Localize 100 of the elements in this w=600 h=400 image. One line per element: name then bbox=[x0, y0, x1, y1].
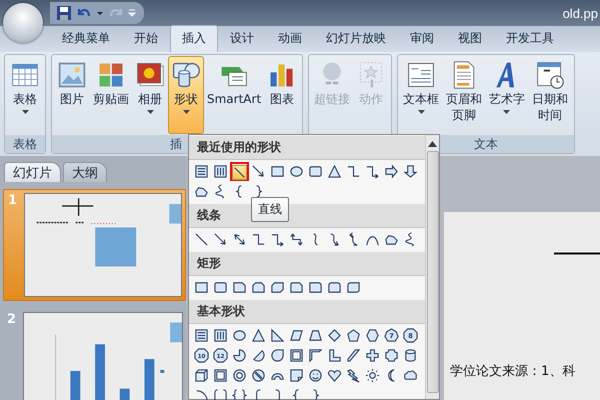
pane-tab[interactable]: 幻灯片 bbox=[4, 162, 61, 182]
elbowdouble-icon bbox=[289, 232, 304, 247]
arrow-icon bbox=[213, 232, 228, 247]
text-placeholder-line bbox=[36, 222, 84, 224]
ribbon-tab[interactable]: 开发工具 bbox=[494, 25, 566, 52]
photo-placeholder bbox=[169, 204, 181, 224]
textbox-icon bbox=[194, 164, 209, 179]
ribbon-tab[interactable]: 经典菜单 bbox=[50, 25, 122, 52]
table-button[interactable]: 表格 bbox=[7, 56, 43, 134]
rtriangle-icon bbox=[270, 328, 285, 343]
album-button[interactable]: 相册 bbox=[132, 56, 168, 134]
round2-icon bbox=[327, 280, 342, 295]
picture-icon bbox=[57, 60, 87, 90]
textbox-button[interactable]: 文本框 bbox=[400, 56, 442, 134]
slide-text: 学位论文来源：1、科 bbox=[450, 364, 576, 379]
smartart-button[interactable]: SmartArt bbox=[204, 56, 264, 134]
freeform-icon bbox=[194, 184, 209, 199]
doublearrow-icon bbox=[232, 232, 247, 247]
vtextbox-icon bbox=[213, 164, 228, 179]
diamond-icon bbox=[327, 328, 342, 343]
chart-bar bbox=[144, 359, 154, 400]
scrollbar-thumb[interactable] bbox=[426, 151, 438, 393]
scrollbar[interactable] bbox=[425, 135, 439, 399]
clipart-button[interactable]: 剪贴画 bbox=[90, 56, 132, 134]
roundrect-icon bbox=[213, 280, 228, 295]
rightarrow-icon bbox=[384, 164, 399, 179]
teardrop-icon bbox=[270, 348, 285, 363]
sun-shape-button[interactable] bbox=[363, 366, 382, 385]
arrow-icon bbox=[251, 164, 266, 179]
sun-icon bbox=[365, 368, 380, 383]
chart-bar bbox=[95, 344, 105, 400]
ribbon-tab[interactable]: 视图 bbox=[446, 25, 494, 52]
line-shape bbox=[554, 252, 600, 255]
round1-icon bbox=[308, 280, 323, 295]
calendar-icon bbox=[534, 60, 565, 90]
ribbon-tab[interactable]: 插入 bbox=[170, 25, 218, 52]
oval-icon bbox=[289, 164, 304, 179]
wordart-button[interactable]: 艺术字 bbox=[486, 56, 528, 134]
header-button[interactable]: 页眉和页脚 bbox=[442, 56, 486, 134]
picture-button[interactable]: 图片 bbox=[54, 56, 90, 134]
slide-number: 1 bbox=[8, 193, 18, 210]
halfframe-icon bbox=[308, 348, 323, 363]
ribbon-tab[interactable]: 审阅 bbox=[398, 25, 446, 52]
pentagon-icon bbox=[346, 328, 361, 343]
group-label: 文本 bbox=[474, 137, 498, 151]
oval-icon bbox=[232, 328, 247, 343]
textbox-icon bbox=[194, 328, 209, 343]
freeform-icon bbox=[384, 232, 399, 247]
ribbon-tab[interactable]: 开始 bbox=[122, 25, 170, 52]
photo-placeholder bbox=[95, 227, 136, 266]
chord-icon bbox=[251, 348, 266, 363]
datetime-button[interactable]: 日期和时间 bbox=[528, 56, 572, 134]
snipdiag-icon bbox=[270, 280, 285, 295]
snip2-icon bbox=[251, 280, 266, 295]
chart-button[interactable]: 图表 bbox=[264, 56, 300, 134]
ribbon-tab[interactable]: 设计 bbox=[218, 25, 266, 52]
section-title: 线条 bbox=[197, 207, 221, 224]
triangle-icon bbox=[327, 164, 342, 179]
section-title: 矩形 bbox=[197, 255, 221, 272]
lshape-icon bbox=[327, 348, 342, 363]
ribbon-tab[interactable]: 幻灯片放映 bbox=[314, 25, 398, 52]
bracepair-icon bbox=[232, 388, 247, 400]
dotted-line bbox=[90, 223, 118, 224]
chart-bar bbox=[70, 370, 80, 400]
section-title: 最近使用的形状 bbox=[197, 139, 281, 156]
shapes-button[interactable]: 形状 bbox=[168, 56, 204, 134]
nosymbol-icon bbox=[251, 368, 266, 383]
cube-icon bbox=[194, 368, 209, 383]
frame-icon bbox=[289, 348, 304, 363]
pane-tab[interactable]: 大纲 bbox=[63, 162, 107, 182]
sniprnd-icon bbox=[289, 280, 304, 295]
hexagon-icon bbox=[365, 328, 380, 343]
pie-icon bbox=[232, 348, 247, 363]
rect-icon bbox=[194, 280, 209, 295]
parallelogram-icon bbox=[289, 328, 304, 343]
section-title: 基本形状 bbox=[197, 303, 245, 320]
elbowarrow-icon bbox=[270, 232, 285, 247]
cross-lines bbox=[61, 198, 94, 216]
snip-icon bbox=[232, 280, 247, 295]
elbow-icon bbox=[346, 164, 361, 179]
group-label: 表格 bbox=[13, 137, 37, 151]
foldedcorner-icon bbox=[289, 368, 304, 383]
can-icon bbox=[403, 348, 418, 363]
roundrect-icon bbox=[308, 164, 323, 179]
save-icon[interactable] bbox=[56, 5, 72, 21]
line-icon bbox=[233, 166, 246, 179]
text-box-icon bbox=[406, 60, 436, 90]
group-label: 插 bbox=[170, 137, 182, 151]
plaque-icon bbox=[384, 348, 399, 363]
scroll-up-icon[interactable] bbox=[428, 141, 437, 147]
ribbon-tab[interactable]: 动画 bbox=[266, 25, 314, 52]
arc-icon bbox=[194, 388, 209, 400]
heart-icon bbox=[327, 368, 342, 383]
window-title: old.pp bbox=[562, 6, 599, 20]
shapes-icon bbox=[171, 60, 201, 90]
line-shape-button[interactable] bbox=[232, 165, 247, 180]
bevel-icon bbox=[213, 368, 228, 383]
photo-placeholder bbox=[170, 322, 182, 342]
rounddiag-icon bbox=[346, 280, 361, 295]
downarrow-icon bbox=[403, 164, 418, 179]
